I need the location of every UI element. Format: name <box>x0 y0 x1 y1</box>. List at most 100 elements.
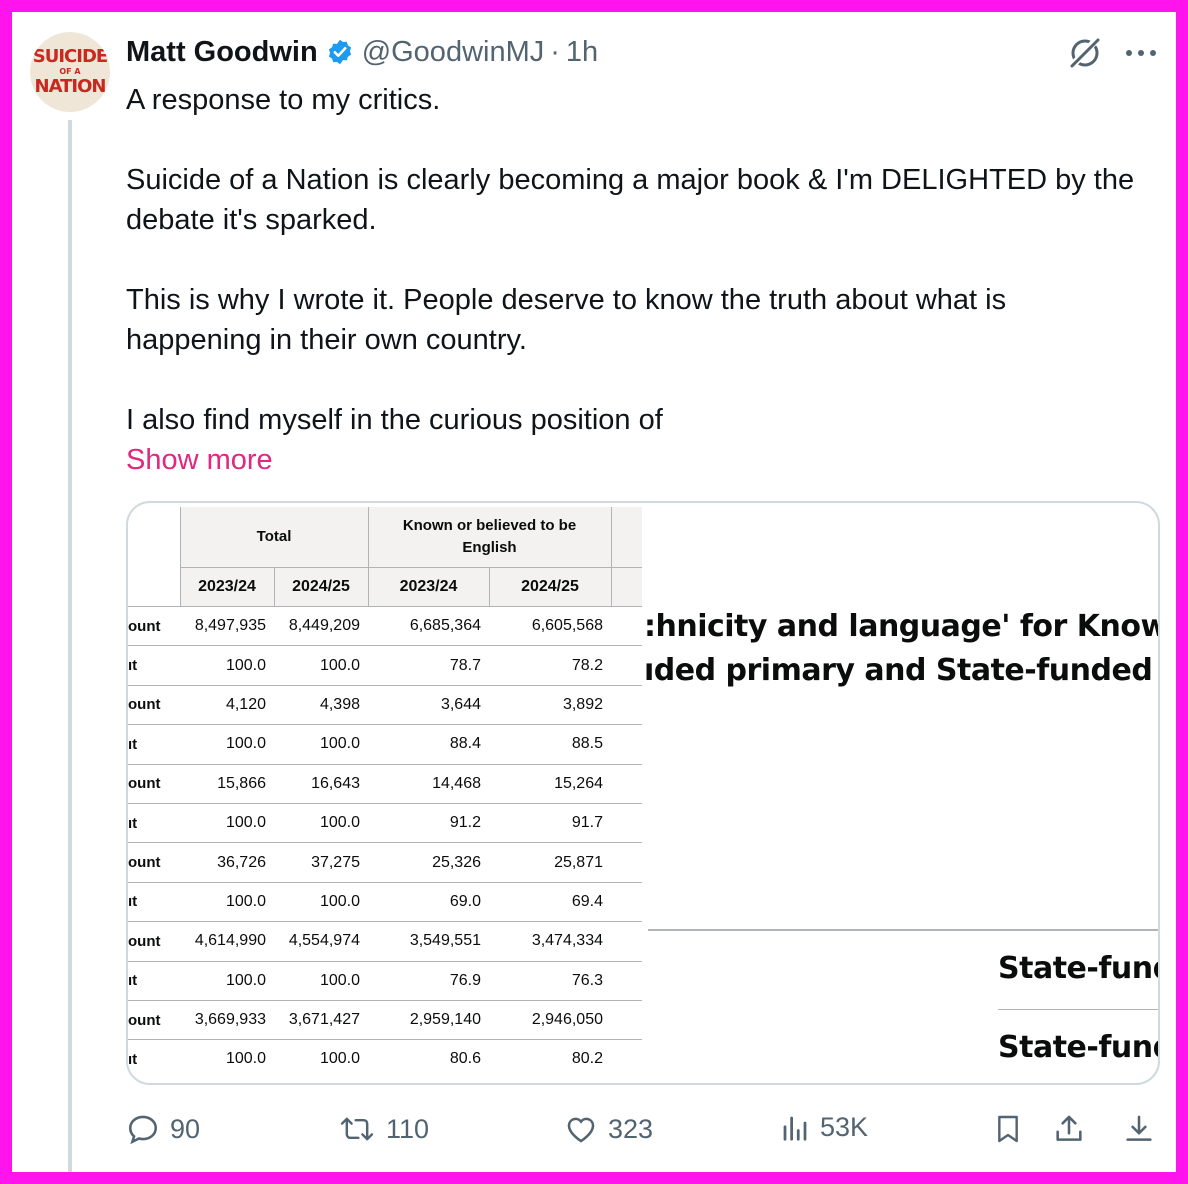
table-header-year: 2024/25 <box>488 567 611 607</box>
table-header-year: 2023/24 <box>367 567 489 607</box>
author-handle[interactable]: @GoodwinMJ <box>362 36 545 69</box>
table-cell: 3,549,551 <box>368 921 489 962</box>
divider <box>998 1009 1158 1010</box>
share-icon <box>1056 1115 1082 1141</box>
table-cell: 91.2 <box>368 802 489 843</box>
more-options-icon[interactable] <box>1124 48 1158 58</box>
author-name[interactable]: Matt Goodwin <box>126 36 318 69</box>
table-cell: 88.4 <box>368 724 489 765</box>
table-header-year: 2023/24 <box>179 567 274 607</box>
table-cell: 100.0 <box>180 960 274 1001</box>
tweet-actions: 90 110 323 53K <box>126 1112 1166 1152</box>
bookmark-icon <box>998 1115 1018 1143</box>
share-button[interactable] <box>1052 1112 1086 1146</box>
table-row: ount 3,669,933 3,671,427 2,959,140 2,946,050 <box>128 999 642 1040</box>
table-title-line1: :hnicity and language' for Known or <box>644 609 1158 644</box>
stats-table: Total Known or believed to be English 20… <box>128 507 642 1079</box>
avatar-text-line1: SUICIDE <box>32 46 108 67</box>
table-cell: 76.9 <box>368 960 489 1001</box>
table-cell: 100.0 <box>180 645 274 686</box>
table-row: ount 4,120 4,398 3,644 3,892 <box>128 684 642 725</box>
avatar[interactable]: SUICIDE OF A NATION <box>30 32 110 112</box>
divider <box>648 929 1158 931</box>
row-label: ıt <box>128 960 180 1001</box>
table-cell: 3,669,933 <box>180 999 274 1040</box>
repost-icon <box>340 1117 374 1141</box>
tweet-time[interactable]: 1h <box>566 36 598 69</box>
table-cell: 78.2 <box>489 645 611 686</box>
table-row: ıt 100.0 100.0 78.7 78.2 <box>128 645 642 686</box>
table-cell: 8,449,209 <box>274 605 368 646</box>
tweet-paragraph-3: This is why I wrote it. People deserve t… <box>126 284 1007 356</box>
like-count: 323 <box>608 1113 654 1144</box>
table-header-total: Total <box>179 507 368 568</box>
top-actions <box>1066 34 1158 72</box>
verified-badge-icon <box>326 38 354 66</box>
table-cell: 16,643 <box>274 763 368 804</box>
table-cell: 100.0 <box>180 724 274 765</box>
bookmark-button[interactable] <box>992 1112 1024 1146</box>
table-cell: 91.7 <box>489 802 611 843</box>
row-label: ount <box>128 763 180 804</box>
dot-separator: · <box>550 35 560 68</box>
table-cell: 6,605,568 <box>489 605 611 646</box>
table-cell: 3,644 <box>368 684 489 725</box>
table-cell: 4,120 <box>180 684 274 725</box>
tweet-paragraph-1: A response to my critics. <box>126 84 441 116</box>
repost-count: 110 <box>386 1113 430 1144</box>
table-header-english: Known or believed to be English <box>367 507 611 568</box>
tweet-paragraph-2: Suicide of a Nation is clearly becoming … <box>126 164 1135 236</box>
state-funded-label-2: State-fund <box>998 1030 1160 1065</box>
row-label: ount <box>128 842 180 883</box>
heart-icon <box>567 1117 595 1143</box>
table-cell: 3,671,427 <box>274 999 368 1040</box>
tweet-text: A response to my critics. Suicide of a N… <box>126 80 1146 480</box>
table-row: ount 15,866 16,643 14,468 15,264 <box>128 763 642 804</box>
table-cell: 36,726 <box>180 842 274 883</box>
show-more-link[interactable]: Show more <box>126 440 273 480</box>
table-cell: 88.5 <box>489 724 611 765</box>
row-label: ount <box>128 999 180 1040</box>
table-cell: 76.3 <box>489 960 611 1001</box>
row-label: ount <box>128 921 180 962</box>
table-cell: 15,264 <box>489 763 611 804</box>
table-row: ıt 100.0 100.0 69.0 69.4 <box>128 881 642 922</box>
avatar-text-line3: NATION <box>34 76 107 97</box>
table-cell: 100.0 <box>274 1039 368 1079</box>
row-label: ount <box>128 684 180 725</box>
repost-button[interactable]: 110 <box>338 1112 429 1146</box>
download-icon <box>1126 1115 1152 1141</box>
table-cell: 4,554,974 <box>274 921 368 962</box>
reply-button[interactable]: 90 <box>126 1112 200 1146</box>
table-cell: 78.7 <box>368 645 489 686</box>
table-cell: 69.4 <box>489 881 611 922</box>
grok-icon[interactable] <box>1066 34 1104 72</box>
views-icon <box>783 1116 807 1141</box>
table-cell: 25,326 <box>368 842 489 883</box>
table-cell: 69.0 <box>368 881 489 922</box>
row-label: ıt <box>128 881 180 922</box>
row-label: ıt <box>128 1039 180 1079</box>
table-cell: 8,497,935 <box>180 605 274 646</box>
table-cell: 2,959,140 <box>368 999 489 1040</box>
table-cell: 100.0 <box>180 881 274 922</box>
table-row: ount 8,497,935 8,449,209 6,685,364 6,605,568 <box>128 605 642 646</box>
table-cell: 100.0 <box>274 881 368 922</box>
table-cell: 100.0 <box>274 724 368 765</box>
media-image[interactable]: Total Known or believed to be English 20… <box>126 501 1160 1085</box>
table-cell: 3,474,334 <box>489 921 611 962</box>
table-header-year: 2024/25 <box>273 567 368 607</box>
table-cell: 3,892 <box>489 684 611 725</box>
download-button[interactable] <box>1122 1112 1156 1146</box>
table-row: ount 4,614,990 4,554,974 3,549,551 3,474,334 <box>128 921 642 962</box>
table-cell: 100.0 <box>274 802 368 843</box>
row-label: ount <box>128 605 180 646</box>
table-row: ıt 100.0 100.0 80.6 80.2 <box>128 1039 642 1079</box>
row-label: ıt <box>128 645 180 686</box>
table-cell: 4,614,990 <box>180 921 274 962</box>
stats-table-image: Total Known or believed to be English 20… <box>128 507 642 1083</box>
table-cell: 80.2 <box>489 1039 611 1079</box>
table-cell: 2,946,050 <box>489 999 611 1040</box>
like-button[interactable]: 323 <box>564 1112 653 1146</box>
views-button[interactable]: 53K <box>780 1112 868 1143</box>
